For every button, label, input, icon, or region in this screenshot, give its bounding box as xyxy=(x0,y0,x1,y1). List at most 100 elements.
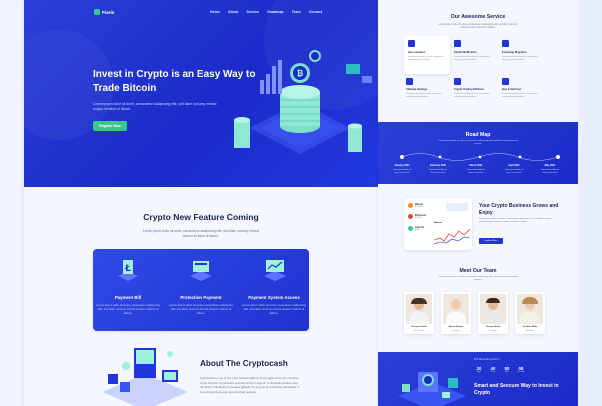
feature-title: Protection Payment xyxy=(180,295,222,300)
roadmap-title: Road Map xyxy=(465,132,491,138)
cta-isometric-illustration xyxy=(398,372,466,406)
service-text: Lorem ipsum dolor sit amet, consectetur … xyxy=(502,56,538,61)
crypto-isometric-illustration: ₿ xyxy=(234,50,372,154)
register-now-button[interactable]: Register Now xyxy=(93,121,127,131)
team-name: Caroline Miller xyxy=(522,326,538,328)
nav-team[interactable]: Team xyxy=(292,10,301,14)
countdown: 20 Days 40 Hours 50 Mins 08 Seconds xyxy=(474,366,526,373)
countdown-hours: 40 Hours xyxy=(490,366,496,373)
nav-home[interactable]: Home xyxy=(210,10,220,14)
team-role: Designer xyxy=(452,330,460,332)
nav-service[interactable]: Service xyxy=(246,10,259,14)
svg-text:Ł: Ł xyxy=(124,264,131,274)
team-role: Developer xyxy=(488,330,498,332)
business-title: Your Crypto Business Grows and Enjoy xyxy=(479,203,559,216)
team-card[interactable]: Tommy Smith Developer xyxy=(478,292,508,334)
service-item[interactable]: Partial Nullfication Lorem ipsum dolor s… xyxy=(454,36,500,74)
team-title: Meet Our Team xyxy=(459,268,497,274)
service-text: Lorem ipsum dolor sit amet, consectetur … xyxy=(454,93,490,98)
top-nav: Home About Service Roadmap Team Contact xyxy=(210,10,322,14)
nav-roadmap[interactable]: Roadmap xyxy=(267,10,283,14)
team-name: Alison Hunter xyxy=(448,326,464,328)
service-label: Gas Limitaton xyxy=(408,51,426,54)
roadmap-text: Lorem ipsum dolor sit amet, consectetur xyxy=(466,169,486,174)
countdown-mins: 50 Mins xyxy=(504,366,510,373)
roadmap-text: Lorem ipsum dolor sit amet, consectetur xyxy=(504,169,524,174)
nav-about[interactable]: About xyxy=(228,10,238,14)
business-description: Lorem ipsum dolor sit amet, consectetur … xyxy=(479,218,552,224)
landing-page-main: Pixeln Home About Service Roadmap Team C… xyxy=(24,0,378,406)
service-item[interactable]: Ultimate Settings Lorem ipsum dolor sit … xyxy=(406,76,452,112)
nav-contact[interactable]: Contact xyxy=(309,10,322,14)
bitcoin-coin-icon xyxy=(408,203,413,208)
features-description: Lorem ipsum dolor sit amet, consectetur … xyxy=(142,229,260,238)
roadmap-text: Lorem ipsum dolor sit amet, consectetur xyxy=(540,169,560,174)
service-text: Lorem ipsum dolor sit amet, consectetur … xyxy=(502,93,538,98)
balance-line-chart xyxy=(434,228,470,245)
team-role: Marketing xyxy=(526,330,534,332)
team-photo xyxy=(517,294,543,324)
service-item[interactable]: Exchange Migration Lorem ipsum dolor sit… xyxy=(502,36,548,74)
team-photo xyxy=(443,294,469,324)
trading-platform-icon xyxy=(454,78,461,85)
services-title: Our Awesome Service xyxy=(450,14,506,20)
about-title: About The Cryptocash xyxy=(200,359,288,368)
team-card[interactable]: Caroline Miller Marketing xyxy=(515,292,545,334)
roadmap-section: Road Map Lorem ipsum dolor sit amet, con… xyxy=(378,122,578,184)
service-card[interactable]: Gas Limitaton Lorem ipsum dolor sit amet… xyxy=(404,36,450,74)
service-text: Lorem ipsum dolor sit amet, consectetur … xyxy=(454,56,490,61)
nullification-icon xyxy=(454,40,461,47)
roadmap-text: Lorem ipsum dolor sit amet, consectetur xyxy=(392,169,412,174)
settings-icon xyxy=(406,78,413,85)
litecoin-coin-icon xyxy=(408,226,413,231)
team-name: Jackson Clarke xyxy=(410,326,428,328)
roadmap-date: January 2021 xyxy=(394,164,410,167)
mini-bar-chart xyxy=(446,203,468,211)
service-text: Lorem ipsum dolor sit amet, consectetur … xyxy=(408,56,444,61)
team-role: CEO Founder xyxy=(413,330,425,332)
landing-page-sections: Our Awesome Service Lorem ipsum dolor si… xyxy=(378,0,578,406)
chart-label: Balance xyxy=(434,222,443,224)
payment-bill-icon: Ł xyxy=(118,260,138,281)
about-illustration xyxy=(102,348,188,406)
ethereum-coin-icon xyxy=(408,214,413,219)
team-card[interactable]: Alison Hunter Designer xyxy=(441,292,471,334)
roadmap-date: February 2021 xyxy=(429,164,447,167)
roadmap-text: Lorem ipsum dolor sit amet, consectetur xyxy=(428,169,448,174)
team-photo xyxy=(406,294,432,324)
coin-value: $180 xyxy=(415,229,420,231)
team-description: Lorem ipsum dolor sit amet, consectetur … xyxy=(438,276,518,282)
feature-text: Lorem ipsum dolor sit amet, consectetur … xyxy=(242,303,306,315)
service-label: Buy & Sell Fast xyxy=(502,88,521,91)
team-name: Tommy Smith xyxy=(485,326,501,328)
team-card[interactable]: Jackson Clarke CEO Founder xyxy=(404,292,434,334)
page-edge-strip xyxy=(578,0,602,406)
roadmap-date: April 2021 xyxy=(508,164,520,167)
feature-title: Payment System Access xyxy=(248,295,300,300)
service-label: Partial Nullfication xyxy=(454,51,477,54)
features-title: Crypto New Feature Coming xyxy=(143,212,259,222)
hero-description: Lorem ipsum dolor sit amet, consectetur … xyxy=(93,102,217,111)
cta-title: Smart and Seecure Way to Invest in Crypt… xyxy=(474,383,559,396)
service-item[interactable]: Buy & Sell Fast Lorem ipsum dolor sit am… xyxy=(502,76,548,112)
countdown-seconds: 08 Seconds xyxy=(517,366,525,373)
feature-title: Payment Bill xyxy=(114,295,142,300)
hero-section: Pixeln Home About Service Roadmap Team C… xyxy=(24,0,378,187)
service-label: Crypto Trading Platform xyxy=(454,88,484,91)
explore-more-button[interactable]: Explore More xyxy=(479,238,503,244)
gas-limit-icon xyxy=(408,40,415,47)
exchange-icon xyxy=(502,40,509,47)
brand-logo[interactable]: Pixeln xyxy=(94,9,114,15)
service-item[interactable]: Crypto Trading Platform Lorem ipsum dolo… xyxy=(454,76,500,112)
roadmap-description: Lorem ipsum dolor sit amet, consectetur … xyxy=(438,140,518,146)
service-text: Lorem ipsum dolor sit amet, consectetur … xyxy=(406,93,442,98)
logo-icon xyxy=(94,9,100,15)
buy-sell-icon xyxy=(502,78,509,85)
brand-name: Pixeln xyxy=(102,9,115,15)
roadmap-date: May 2021 xyxy=(544,164,556,167)
team-photo xyxy=(480,294,506,324)
roadmap-timeline xyxy=(400,153,560,161)
svg-text:₿: ₿ xyxy=(297,69,304,78)
cta-section: ICO Distribution Ends In 20 Days 40 Hours … xyxy=(378,352,578,406)
protection-payment-icon xyxy=(190,261,212,281)
